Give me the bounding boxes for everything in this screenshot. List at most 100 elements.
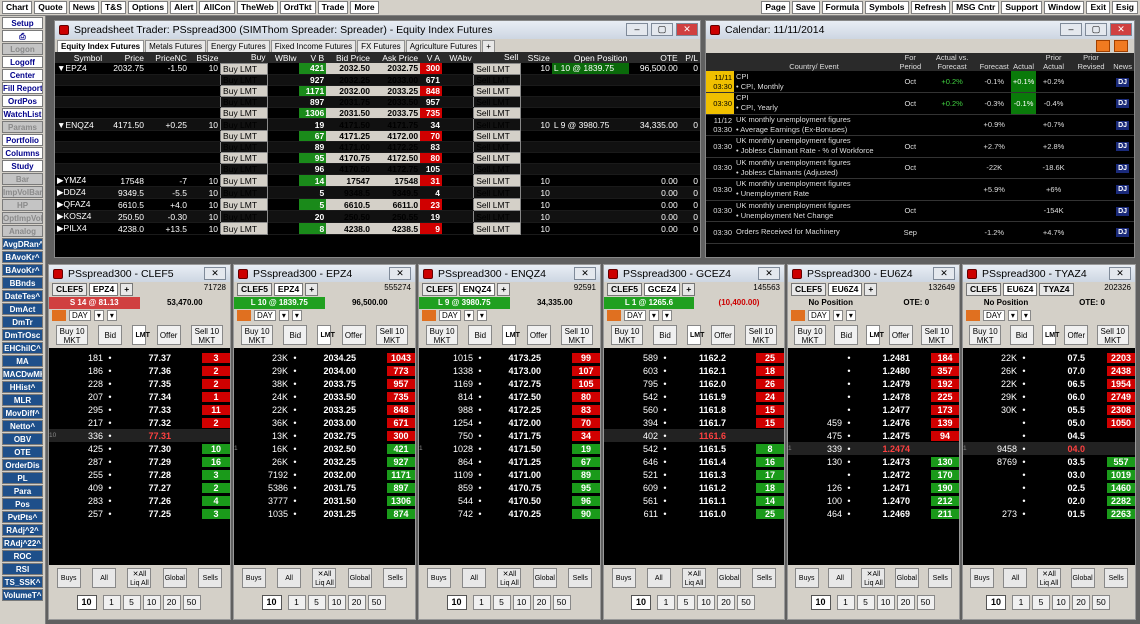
cell-buy[interactable]: Buy LMT: [220, 96, 269, 109]
depth-qty[interactable]: 8: [756, 443, 784, 454]
ladder-row[interactable]: 402 • 1161.6: [604, 429, 784, 442]
price-level[interactable]: 2032.50: [302, 444, 356, 454]
price-level[interactable]: 4172.00: [487, 418, 541, 428]
ladder-row[interactable]: 7192 • 2032.00 1171: [234, 468, 415, 481]
quantity-preset-button[interactable]: 1: [102, 594, 121, 610]
sheet-tab[interactable]: Energy Futures: [207, 40, 270, 52]
depth-qty[interactable]: 3: [202, 508, 230, 519]
sidebar-button[interactable]: PvtPts^: [2, 511, 43, 523]
duration-dropdown[interactable]: DAY: [808, 310, 830, 321]
price-level[interactable]: 1162.2: [672, 353, 726, 363]
sidebar-button[interactable]: Netto^: [2, 420, 43, 432]
depth-qty[interactable]: 130: [931, 456, 959, 467]
price-level[interactable]: 4173.25: [487, 353, 541, 363]
quantity-input[interactable]: 10: [810, 594, 831, 610]
cell-buy[interactable]: Buy LMT: [220, 186, 269, 200]
price-level[interactable]: 77.32: [117, 418, 171, 428]
ladder-row[interactable]: 1035 • 2031.25 874: [234, 507, 415, 520]
symbol-tab[interactable]: CLEF5: [607, 283, 642, 296]
cell-sell[interactable]: Sell LMT: [473, 129, 521, 142]
price-level[interactable]: 77.33: [117, 405, 171, 415]
liquidate-all-button[interactable]: ✕All Liq All: [127, 568, 152, 588]
ladder-row[interactable]: 611 • 1161.0 25: [604, 507, 784, 520]
strategy-icon[interactable]: [422, 310, 436, 321]
ladder-row[interactable]: 1015 • 4173.25 99: [419, 351, 600, 364]
depth-qty[interactable]: 70: [572, 417, 600, 428]
sidebar-button[interactable]: HHist^: [2, 381, 43, 393]
price-level[interactable]: 1.2476: [856, 418, 910, 428]
price-level[interactable]: 1.2479: [856, 379, 910, 389]
offer-button[interactable]: Offer: [526, 325, 551, 345]
quantity-input[interactable]: 10: [261, 594, 282, 610]
sidebar-button[interactable]: RAdj^2^: [2, 524, 43, 536]
price-level[interactable]: 04.5: [1031, 431, 1085, 441]
quantity-preset-button[interactable]: 20: [896, 594, 915, 610]
price-level[interactable]: 05.5: [1031, 405, 1085, 415]
quantity-input[interactable]: 10: [631, 594, 651, 610]
depth-qty[interactable]: 421: [387, 443, 415, 454]
depth-qty[interactable]: 96: [572, 495, 600, 506]
toolbar-item-ordtkt[interactable]: OrdTkt: [279, 1, 316, 14]
news-cell[interactable]: DJ: [1111, 221, 1134, 244]
strategy-icon[interactable]: [966, 310, 980, 321]
ladder-row[interactable]: 1254 • 4172.00 70: [419, 416, 600, 429]
quantity-input[interactable]: 10: [446, 594, 467, 610]
depth-qty[interactable]: 139: [931, 417, 959, 428]
close-button[interactable]: ✕: [574, 267, 596, 280]
ladder-row[interactable]: 544 • 4170.50 96: [419, 494, 600, 507]
price-level[interactable]: 1161.9: [672, 392, 726, 402]
price-level[interactable]: 2033.75: [302, 379, 356, 389]
depth-qty[interactable]: 357: [931, 365, 959, 376]
cancel-sells-button[interactable]: Sells: [198, 568, 223, 588]
cancel-all-button[interactable]: All: [462, 568, 487, 588]
ladder-row[interactable]: 295 • 77.33 11: [49, 403, 230, 416]
sell-market-button[interactable]: Sell 10 MKT: [190, 325, 223, 345]
depth-qty[interactable]: 2: [202, 417, 230, 428]
duration-dropdown[interactable]: DAY: [983, 310, 1005, 321]
sidebar-button[interactable]: Para: [2, 485, 43, 497]
depth-qty[interactable]: 2749: [1107, 391, 1135, 402]
quantity-preset-button[interactable]: 5: [1032, 594, 1050, 610]
quantity-preset-button[interactable]: 5: [677, 594, 695, 610]
sidebar-button[interactable]: DateTes^: [2, 290, 43, 302]
sidebar-button[interactable]: MACDwMH^: [2, 368, 43, 380]
news-cell[interactable]: DJ: [1111, 92, 1134, 115]
price-level[interactable]: 77.26: [117, 496, 171, 506]
toolbar-right-page[interactable]: Page: [761, 1, 790, 14]
news-cell[interactable]: DJ: [1111, 200, 1134, 222]
depth-qty[interactable]: 18: [756, 365, 784, 376]
buy-market-button[interactable]: Buy 10 MKT: [611, 325, 643, 345]
symbol-tab[interactable]: TYAZ4: [1039, 283, 1074, 296]
ladder-row[interactable]: 795 • 1162.0 26: [604, 377, 784, 390]
qty-dropdown[interactable]: ▾: [1007, 310, 1018, 321]
price-level[interactable]: 01.5: [1031, 509, 1085, 519]
ladder-row[interactable]: • 05.0 1050: [963, 416, 1135, 429]
column-header[interactable]: Sell: [473, 52, 521, 63]
qty-dropdown[interactable]: ▾: [93, 310, 104, 321]
toolbar-item-theweb[interactable]: TheWeb: [236, 1, 278, 14]
column-header[interactable]: OTE: [629, 52, 680, 63]
minimize-button[interactable]: –: [1060, 23, 1082, 36]
strategy-icon[interactable]: [791, 310, 805, 321]
liquidate-all-button[interactable]: ✕All Liq All: [1036, 568, 1061, 588]
quantity-preset-button[interactable]: 50: [552, 594, 571, 610]
buy-market-button[interactable]: Buy 10 MKT: [241, 325, 274, 345]
calendar-row[interactable]: 03:30 UK monthly unemployment figures • Jo…: [706, 157, 1134, 179]
cell-buy[interactable]: Buy LMT: [220, 129, 269, 142]
quantity-preset-button[interactable]: 20: [162, 594, 181, 610]
limit-toggle[interactable]: LMT: [317, 325, 335, 345]
price-level[interactable]: 02.5: [1031, 483, 1085, 493]
symbol-tab[interactable]: +: [682, 283, 696, 296]
quantity-preset-button[interactable]: 1: [836, 594, 855, 610]
cell-sell[interactable]: Sell LMT: [473, 163, 521, 176]
ladder-row[interactable]: 560 • 1161.8 15: [604, 403, 784, 416]
close-button[interactable]: ✕: [204, 267, 226, 280]
sidebar-button[interactable]: DmTr: [2, 316, 43, 328]
ladder-row[interactable]: 130 • 1.2473 130: [788, 455, 959, 468]
cell-buy[interactable]: Buy LMT: [220, 163, 269, 176]
symbol-tab[interactable]: GCEZ4: [643, 283, 681, 296]
cancel-sells-button[interactable]: Sells: [1104, 568, 1129, 588]
strategy-icon[interactable]: [52, 310, 66, 321]
price-level[interactable]: 1161.6: [672, 431, 726, 441]
sidebar-button[interactable]: WatchList: [2, 108, 43, 120]
